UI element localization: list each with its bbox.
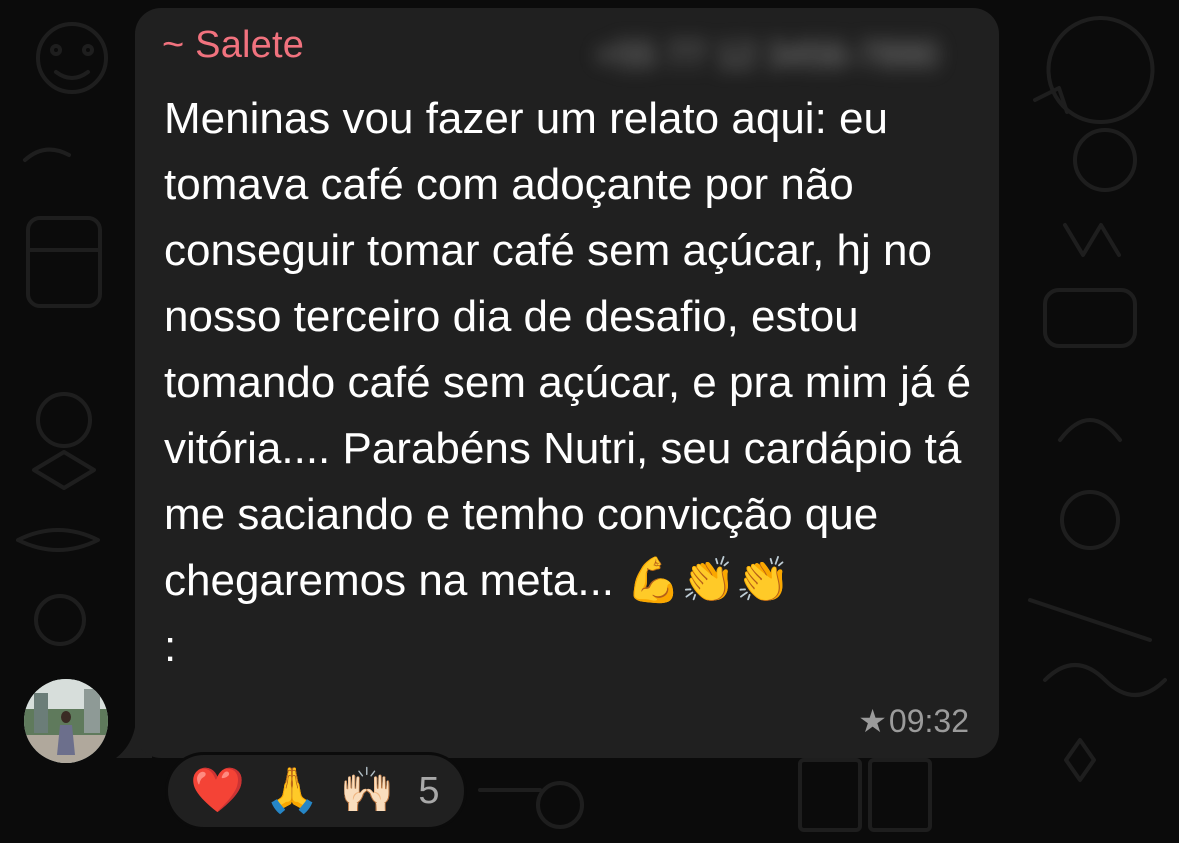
sender-phone-redacted: +55 77 12 3456-7890 [595, 34, 939, 75]
sender-name[interactable]: ~ Salete [162, 24, 304, 67]
reaction-count: 5 [418, 769, 440, 812]
reaction-raised-hands-icon: 🙌🏻 [339, 766, 395, 815]
message-bubble[interactable]: ~ Salete +55 77 12 3456-7890 Meninas vou… [135, 8, 999, 758]
star-icon: ★ [858, 703, 887, 739]
message-text: Meninas vou fazer um relato aqui: eu tom… [164, 94, 972, 671]
reactions-bar[interactable]: ❤️ 🙏 🙌🏻 5 [165, 752, 467, 830]
message-meta: ★ 09:32 [858, 702, 969, 740]
reaction-pray-icon: 🙏 [264, 766, 320, 815]
avatar-photo-icon [24, 679, 108, 763]
sender-avatar[interactable] [24, 679, 108, 763]
message-time: 09:32 [888, 702, 969, 739]
reaction-heart-icon: ❤️ [190, 766, 245, 815]
